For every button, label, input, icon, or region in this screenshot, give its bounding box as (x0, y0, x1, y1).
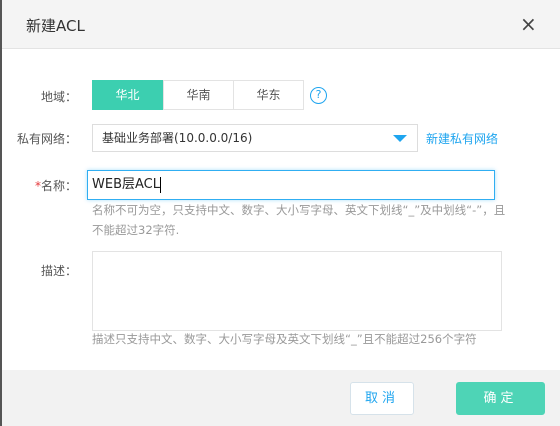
name-hint: 名称不可为空，只支持中文、数字、大小写字母、英文下划线“_”及中划线“-”，且不… (92, 203, 506, 237)
dialog-title: 新建ACL (26, 17, 85, 35)
name-label-text: 名称： (40, 179, 77, 193)
chevron-down-icon (393, 135, 407, 142)
cancel-button[interactable]: 取消 (350, 382, 414, 415)
name-input[interactable]: WEB层ACL (87, 170, 495, 200)
vpc-select[interactable]: 基础业务部署(10.0.0.0/16) (92, 124, 418, 152)
confirm-button[interactable]: 确定 (456, 382, 545, 415)
region-option-north[interactable]: 华北 (92, 80, 163, 110)
name-input-value: WEB层ACL (92, 177, 160, 192)
description-hint: 描述只支持中文、数字、大小写字母及英文下划线“_”且不能超过256个字符 (92, 332, 477, 346)
vpc-select-value: 基础业务部署(10.0.0.0/16) (102, 131, 253, 145)
region-option-south[interactable]: 华南 (163, 80, 234, 110)
close-icon[interactable]: × (520, 12, 537, 36)
dialog-header: 新建ACL × (2, 0, 560, 49)
description-textarea[interactable] (92, 251, 502, 331)
name-label: *名称： (0, 177, 77, 194)
region-label: 地域： (40, 90, 77, 104)
description-label: 描述： (40, 264, 77, 278)
help-icon[interactable]: ? (310, 87, 327, 104)
create-vpc-link[interactable]: 新建私有网络 (426, 130, 498, 147)
region-option-east[interactable]: 华东 (233, 80, 304, 110)
vpc-label: 私有网络： (16, 132, 77, 146)
